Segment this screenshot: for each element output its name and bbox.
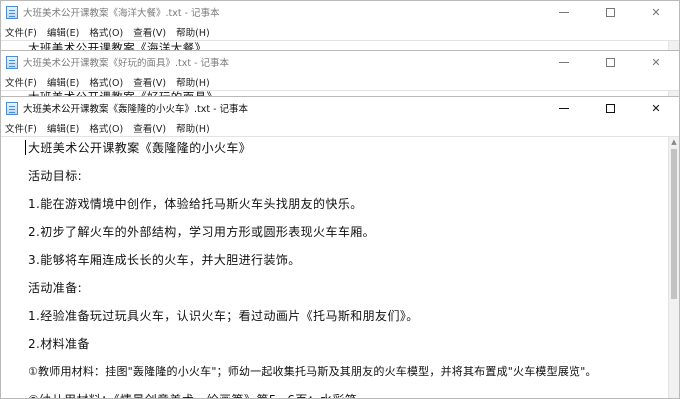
menu-file[interactable]: 文件(F) xyxy=(5,121,37,135)
close-icon: ✕ xyxy=(651,5,661,19)
window-title: 大班美术公开课教案《好玩的面具》.txt - 记事本 xyxy=(23,58,230,69)
menu-view[interactable]: 查看(V) xyxy=(133,75,166,89)
text-line: 1.经验准备玩过玩具火车，认识火车；看过动画片《托马斯和朋友们》。 xyxy=(28,309,419,323)
notepad-window-active[interactable]: 大班美术公开课教案《轰隆隆的小火车》.txt - 记事本 ✕ 文件(F) 编辑(… xyxy=(0,96,680,399)
menu-help[interactable]: 帮助(H) xyxy=(176,25,210,39)
menu-file[interactable]: 文件(F) xyxy=(5,25,37,39)
close-icon: ✕ xyxy=(651,101,661,115)
menu-file[interactable]: 文件(F) xyxy=(5,75,37,89)
vertical-scrollbar[interactable]: ▲ xyxy=(668,137,679,398)
text-line: 2.初步了解火车的外部结构，学习用方形或圆形表现火车车厢。 xyxy=(28,225,376,239)
menu-bar: 文件(F) 编辑(E) 格式(O) 查看(V) 帮助(H) xyxy=(1,23,679,40)
title-bar[interactable]: 大班美术公开课教案《海洋大餐》.txt - 记事本 ✕ xyxy=(1,1,679,23)
maximize-button[interactable] xyxy=(587,51,633,73)
text-line: 2.材料准备 xyxy=(28,337,90,351)
maximize-icon xyxy=(605,103,615,113)
title-bar[interactable]: 大班美术公开课教案《轰隆隆的小火车》.txt - 记事本 ✕ xyxy=(1,97,679,119)
maximize-button[interactable] xyxy=(587,97,633,119)
menu-bar: 文件(F) 编辑(E) 格式(O) 查看(V) 帮助(H) xyxy=(1,73,679,90)
maximize-button[interactable] xyxy=(587,1,633,23)
close-icon: ✕ xyxy=(651,55,661,69)
title-bar[interactable]: 大班美术公开课教案《好玩的面具》.txt - 记事本 ✕ xyxy=(1,51,679,73)
menu-help[interactable]: 帮助(H) xyxy=(176,121,210,135)
window-title: 大班美术公开课教案《海洋大餐》.txt - 记事本 xyxy=(23,8,220,19)
text-caret xyxy=(25,140,26,155)
minimize-icon xyxy=(559,11,569,13)
text-line: ①教师用材料：挂图"轰隆隆的小火车"；师幼一起收集托马斯及其朋友的火车模型，并将… xyxy=(28,365,597,378)
menu-format[interactable]: 格式(O) xyxy=(89,121,123,135)
notepad-icon xyxy=(6,101,18,115)
menu-edit[interactable]: 编辑(E) xyxy=(47,121,79,135)
notepad-icon xyxy=(6,55,18,69)
scroll-up-icon[interactable]: ▲ xyxy=(669,137,679,147)
menu-format[interactable]: 格式(O) xyxy=(89,25,123,39)
maximize-icon xyxy=(605,57,615,67)
text-line: 活动目标: xyxy=(28,169,83,183)
close-button[interactable]: ✕ xyxy=(633,97,679,119)
minimize-icon xyxy=(559,61,569,63)
minimize-button[interactable] xyxy=(541,1,587,23)
maximize-icon xyxy=(605,7,615,17)
text-area[interactable]: 大班美术公开课教案《轰隆隆的小火车》 活动目标: 1.能在游戏情境中创作，体验给… xyxy=(1,136,679,398)
text-line: ②幼儿用材料：《情景创意美术。绘画篇》第5~6页；水彩笔。 xyxy=(28,391,370,398)
scrollbar-thumb[interactable] xyxy=(671,149,677,299)
close-button[interactable]: ✕ xyxy=(633,1,679,23)
notepad-window-back[interactable]: 大班美术公开课教案《海洋大餐》.txt - 记事本 ✕ 文件(F) 编辑(E) … xyxy=(0,0,680,52)
menu-edit[interactable]: 编辑(E) xyxy=(47,75,79,89)
menu-format[interactable]: 格式(O) xyxy=(89,75,123,89)
notepad-icon xyxy=(6,5,18,19)
minimize-button[interactable] xyxy=(541,51,587,73)
text-line: 3.能够将车厢连成长长的火车，并大胆进行装饰。 xyxy=(28,253,301,267)
close-button[interactable]: ✕ xyxy=(633,51,679,73)
text-line: 活动准备: xyxy=(28,281,83,295)
menu-edit[interactable]: 编辑(E) xyxy=(47,25,79,39)
text-line: 1.能在游戏情境中创作，体验给托马斯火车头找朋友的快乐。 xyxy=(28,197,363,211)
minimize-icon xyxy=(559,107,569,109)
text-line: 大班美术公开课教案《轰隆隆的小火车》 xyxy=(28,141,252,155)
minimize-button[interactable] xyxy=(541,97,587,119)
menu-view[interactable]: 查看(V) xyxy=(133,121,166,135)
menu-help[interactable]: 帮助(H) xyxy=(176,75,210,89)
menu-view[interactable]: 查看(V) xyxy=(133,25,166,39)
menu-bar: 文件(F) 编辑(E) 格式(O) 查看(V) 帮助(H) xyxy=(1,119,679,136)
window-title: 大班美术公开课教案《轰隆隆的小火车》.txt - 记事本 xyxy=(23,104,249,115)
notepad-window-middle[interactable]: 大班美术公开课教案《好玩的面具》.txt - 记事本 ✕ 文件(F) 编辑(E)… xyxy=(0,50,680,99)
